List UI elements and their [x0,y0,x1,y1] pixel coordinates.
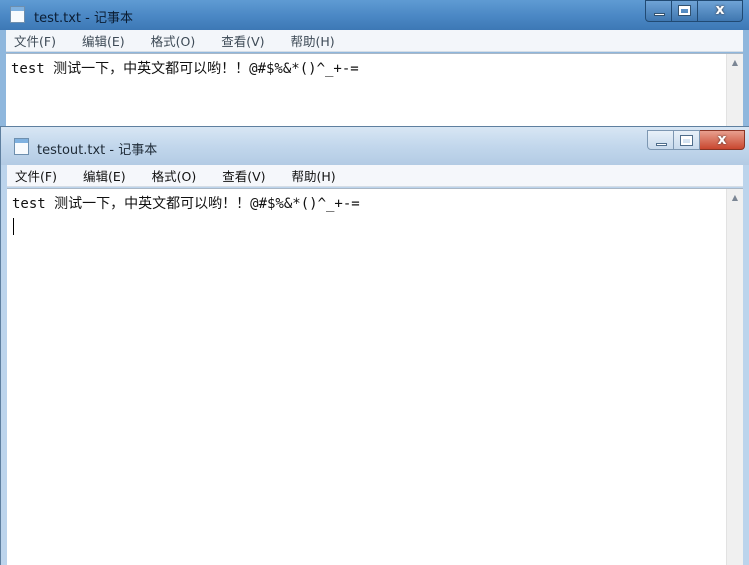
menu-format[interactable]: 格式(O) [142,166,197,185]
notepad-icon [14,138,29,155]
menu-file[interactable]: 文件(F) [6,31,56,50]
menubar: 文件(F) 编辑(E) 格式(O) 查看(V) 帮助(H) [7,165,743,187]
menu-edit[interactable]: 编辑(E) [73,166,126,185]
window-title: test.txt - 记事本 [34,11,133,26]
menu-edit[interactable]: 编辑(E) [72,31,125,50]
notepad-window-test: test.txt - 记事本 x 文件(F) 编辑(E) 格式(O) 查看(V)… [0,0,749,135]
notepad-window-testout: testout.txt - 记事本 x 文件(F) 编辑(E) 格式(O) 查看… [0,126,749,565]
window-title: testout.txt - 记事本 [37,143,158,158]
menu-help[interactable]: 帮助(H) [281,31,335,50]
menu-file[interactable]: 文件(F) [7,166,57,185]
maximize-button[interactable] [674,130,700,150]
close-button[interactable]: x [700,130,745,150]
titlebar[interactable]: testout.txt - 记事本 x [1,127,749,165]
close-button[interactable]: x [698,0,743,22]
vertical-scrollbar[interactable]: ▲ [726,54,743,135]
window-controls: x [647,130,745,150]
text-editor[interactable]: test 测试一下，中英文都可以哟！！@#$%&*()^_+-= ▲ [7,188,743,565]
menubar: 文件(F) 编辑(E) 格式(O) 查看(V) 帮助(H) [6,30,743,52]
text-editor[interactable]: test 测试一下，中英文都可以哟！！@#$%&*()^_+-= ▲ [6,53,743,135]
chevron-up-icon[interactable]: ▲ [727,193,743,202]
editor-content: test 测试一下，中英文都可以哟！！@#$%&*()^_+-= [12,196,360,212]
minimize-icon [656,143,667,146]
minimize-icon [654,13,665,16]
close-icon: x [715,2,725,18]
menu-view[interactable]: 查看(V) [211,31,264,50]
menu-view[interactable]: 查看(V) [212,166,265,185]
minimize-button[interactable] [645,0,672,22]
chevron-up-icon[interactable]: ▲ [727,58,743,67]
editor-content: test 测试一下，中英文都可以哟！！@#$%&*()^_+-= [11,61,359,77]
titlebar[interactable]: test.txt - 记事本 x [0,0,749,30]
maximize-button[interactable] [672,0,698,22]
maximize-icon [681,136,692,145]
menu-format[interactable]: 格式(O) [141,31,196,50]
notepad-icon [10,6,25,23]
text-caret [13,218,14,235]
menu-help[interactable]: 帮助(H) [282,166,336,185]
maximize-icon [679,6,690,15]
minimize-button[interactable] [647,130,674,150]
vertical-scrollbar[interactable]: ▲ [726,189,743,565]
close-icon: x [717,132,727,148]
window-controls: x [645,0,743,22]
